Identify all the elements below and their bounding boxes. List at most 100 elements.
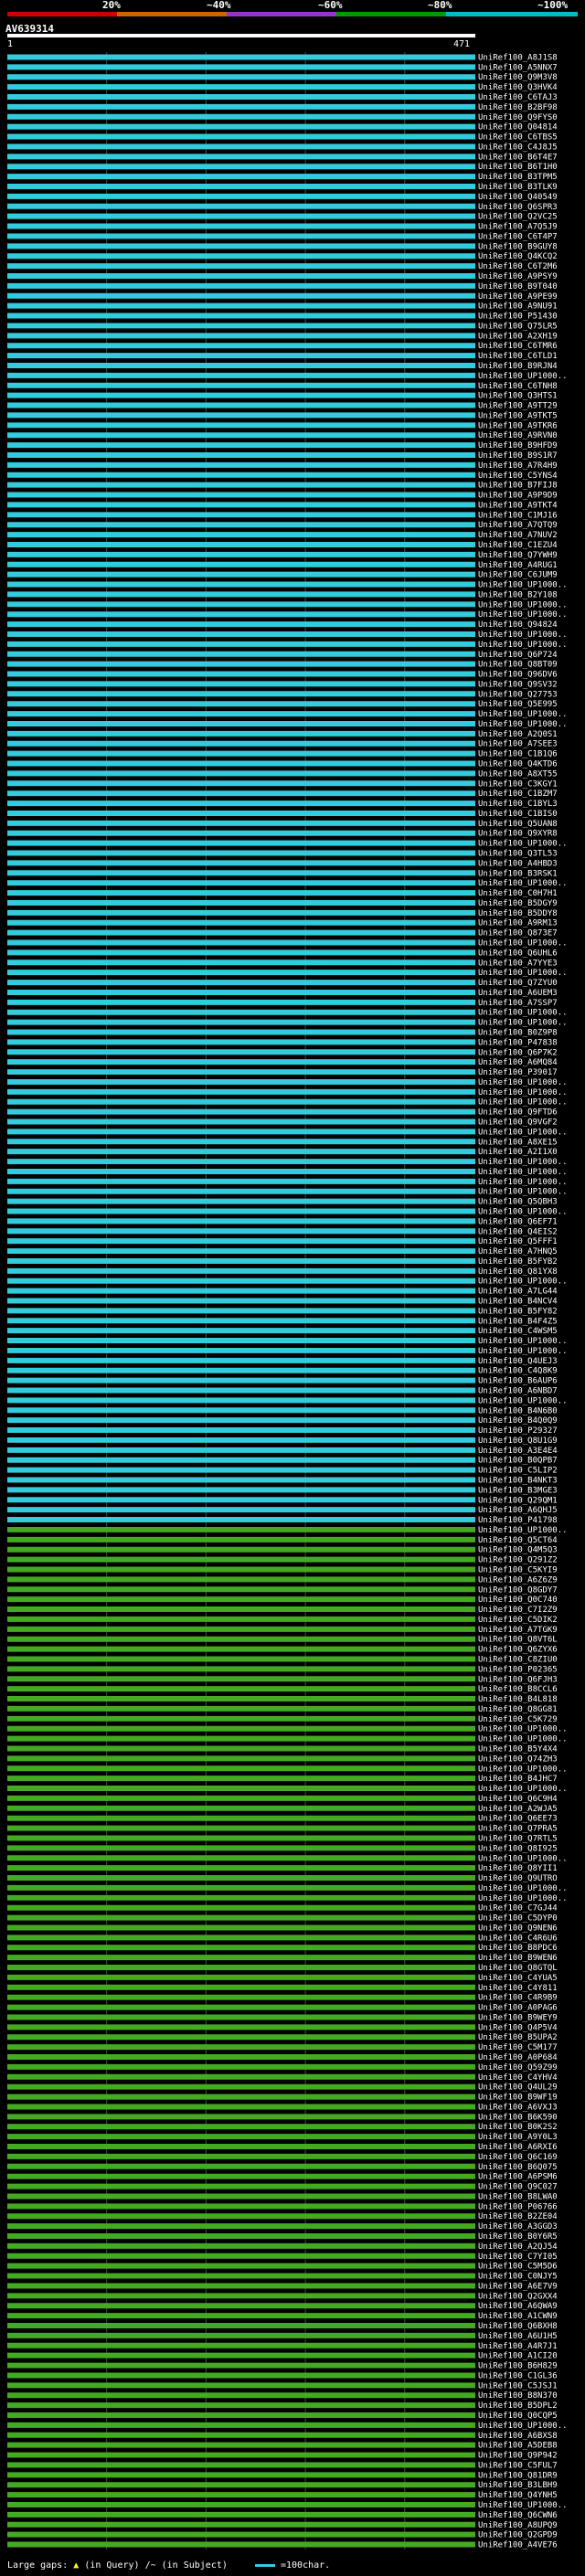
row-label-112: UniRef100_UP1000.. <box>478 1168 568 1177</box>
row-label-123: UniRef100_UP1000.. <box>478 1277 568 1287</box>
row-label-204: UniRef100_Q4UL29 <box>478 2083 558 2093</box>
row-label-50: UniRef100_Q7YWH9 <box>478 551 558 560</box>
row-label-148: UniRef100_UP1000.. <box>478 1526 568 1535</box>
row-label-66: UniRef100_UP1000.. <box>478 710 568 719</box>
row-label-177: UniRef100_Q6EE73 <box>478 1815 558 1824</box>
row-label-43: UniRef100_B7FIJ8 <box>478 482 558 491</box>
row-label-176: UniRef100_A2WJA5 <box>478 1805 558 1814</box>
row-label-170: UniRef100_B5Y4X4 <box>478 1744 558 1754</box>
row-label-240: UniRef100_A5DEB8 <box>478 2442 558 2451</box>
row-label-228: UniRef100_Q6BXH8 <box>478 2322 558 2331</box>
row-label-142: UniRef100_C5LIP2 <box>478 1467 558 1476</box>
row-label-140: UniRef100_A3E4E4 <box>478 1447 558 1456</box>
row-label-226: UniRef100_A6QWA9 <box>478 2302 558 2311</box>
legend-footer: Large gaps: ▲ (in Query) /~ (in Subject)… <box>7 2560 578 2571</box>
row-label-159: UniRef100_Q8VT6L <box>478 1636 558 1645</box>
row-label-81: UniRef100_A4HBD3 <box>478 859 558 868</box>
row-label-248: UniRef100_A8UPQ9 <box>478 2521 558 2530</box>
row-label-193: UniRef100_C4YUA5 <box>478 1974 558 1983</box>
row-label-40: UniRef100_B9S1R7 <box>478 451 558 461</box>
row-label-137: UniRef100_B4Q0Q9 <box>478 1416 558 1426</box>
row-label-207: UniRef100_B6K590 <box>478 2113 558 2122</box>
row-label-169: UniRef100_UP1000.. <box>478 1735 568 1744</box>
row-label-13: UniRef100_B3TLK9 <box>478 183 558 192</box>
row-label-105: UniRef100_UP1000.. <box>478 1098 568 1108</box>
row-label-245: UniRef100_Q4YNH5 <box>478 2491 558 2500</box>
row-label-45: UniRef100_A9TKT4 <box>478 501 558 510</box>
row-label-53: UniRef100_UP1000.. <box>478 581 568 590</box>
row-label-237: UniRef100_Q0CQP5 <box>478 2412 558 2421</box>
row-label-65: UniRef100_Q5E995 <box>478 700 558 709</box>
row-label-67: UniRef100_UP1000.. <box>478 720 568 729</box>
row-label-118: UniRef100_Q4EIS2 <box>478 1227 558 1236</box>
row-label-126: UniRef100_B5FY82 <box>478 1307 558 1316</box>
row-label-143: UniRef100_B4NKT3 <box>478 1476 558 1485</box>
row-label-5: UniRef100_B2BF98 <box>478 103 558 112</box>
row-label-68: UniRef100_A2Q0S1 <box>478 730 558 739</box>
row-label-222: UniRef100_C5M5D6 <box>478 2263 558 2272</box>
row-label-134: UniRef100_A6NBD7 <box>478 1386 558 1395</box>
row-label-150: UniRef100_Q4M5Q3 <box>478 1546 558 1555</box>
row-label-202: UniRef100_Q59Z99 <box>478 2063 558 2072</box>
row-label-168: UniRef100_UP1000.. <box>478 1725 568 1734</box>
row-label-102: UniRef100_P39017 <box>478 1068 558 1077</box>
row-label-87: UniRef100_A9RM13 <box>478 919 558 928</box>
row-label-22: UniRef100_A9PSY9 <box>478 272 558 281</box>
row-label-77: UniRef100_Q5UAN8 <box>478 820 558 829</box>
row-label-49: UniRef100_C1EZU4 <box>478 541 558 550</box>
row-label-30: UniRef100_C6TLD1 <box>478 352 558 361</box>
row-label-144: UniRef100_B3MGE3 <box>478 1486 558 1495</box>
row-label-33: UniRef100_C6TNH8 <box>478 382 558 391</box>
row-label-189: UniRef100_C4R6U6 <box>478 1934 558 1943</box>
row-label-167: UniRef100_C5K729 <box>478 1715 558 1724</box>
row-label-147: UniRef100_P41798 <box>478 1516 558 1525</box>
row-label-244: UniRef100_B3LBH9 <box>478 2481 558 2490</box>
row-label-224: UniRef100_A6E7V9 <box>478 2282 558 2291</box>
row-label-133: UniRef100_B6AUP6 <box>478 1377 558 1386</box>
row-label-114: UniRef100_UP1000.. <box>478 1188 568 1197</box>
row-label-115: UniRef100_Q5QBH3 <box>478 1198 558 1207</box>
row-label-225: UniRef100_Q2GXX4 <box>478 2292 558 2301</box>
row-label-18: UniRef100_C6T4P7 <box>478 232 558 241</box>
row-label-23: UniRef100_B9T040 <box>478 282 558 292</box>
row-label-220: UniRef100_A2QJ54 <box>478 2242 558 2252</box>
scale-note-label: =100char. <box>280 2560 331 2571</box>
row-label-88: UniRef100_Q873E7 <box>478 929 558 938</box>
row-label-29: UniRef100_C6TMR6 <box>478 342 558 351</box>
row-label-76: UniRef100_C1BIS0 <box>478 810 558 819</box>
row-label-215: UniRef100_B8LWA0 <box>478 2192 558 2201</box>
row-label-113: UniRef100_UP1000.. <box>478 1178 568 1187</box>
row-label-2: UniRef100_Q9M3V8 <box>478 73 558 82</box>
row-label-27: UniRef100_Q75LR5 <box>478 322 558 331</box>
row-label-155: UniRef100_Q0C740 <box>478 1595 558 1605</box>
row-label-60: UniRef100_Q6P724 <box>478 651 558 660</box>
row-label-234: UniRef100_C5JSJ1 <box>478 2381 558 2390</box>
row-label-135: UniRef100_UP1000.. <box>478 1396 568 1405</box>
row-label-219: UniRef100_B0Y6R5 <box>478 2232 558 2242</box>
row-label-217: UniRef100_B2ZE04 <box>478 2212 558 2221</box>
row-label-94: UniRef100_A6UEM3 <box>478 989 558 998</box>
row-label-16: UniRef100_Q2VC25 <box>478 213 558 222</box>
row-label-56: UniRef100_UP1000.. <box>478 610 568 620</box>
row-label-160: UniRef100_Q6ZYX6 <box>478 1646 558 1655</box>
row-label-221: UniRef100_C7YI05 <box>478 2253 558 2262</box>
row-label-86: UniRef100_B5DDY8 <box>478 909 558 918</box>
row-label-111: UniRef100_UP1000.. <box>478 1158 568 1167</box>
row-label-51: UniRef100_A4RUG1 <box>478 561 558 570</box>
row-label-210: UniRef100_A6RXI6 <box>478 2143 558 2152</box>
row-label-154: UniRef100_Q8GDY7 <box>478 1585 558 1595</box>
row-label-93: UniRef100_Q7ZYU0 <box>478 979 558 988</box>
row-label-158: UniRef100_A7TGK9 <box>478 1626 558 1635</box>
row-label-186: UniRef100_C7GJ44 <box>478 1904 558 1913</box>
row-label-32: UniRef100_UP1000.. <box>478 372 568 381</box>
row-label-103: UniRef100_UP1000.. <box>478 1078 568 1087</box>
row-label-39: UniRef100_B9HFD9 <box>478 441 558 451</box>
row-label-58: UniRef100_UP1000.. <box>478 631 568 640</box>
row-label-139: UniRef100_Q8U1G9 <box>478 1436 558 1446</box>
row-label-129: UniRef100_UP1000.. <box>478 1337 568 1346</box>
row-label-95: UniRef100_A7SSP7 <box>478 999 558 1008</box>
row-label-243: UniRef100_Q81DR9 <box>478 2471 558 2480</box>
row-label-10: UniRef100_B6T4E7 <box>478 153 558 162</box>
row-label-227: UniRef100_A1CWN9 <box>478 2312 558 2321</box>
row-label-213: UniRef100_A6PSM6 <box>478 2173 558 2182</box>
